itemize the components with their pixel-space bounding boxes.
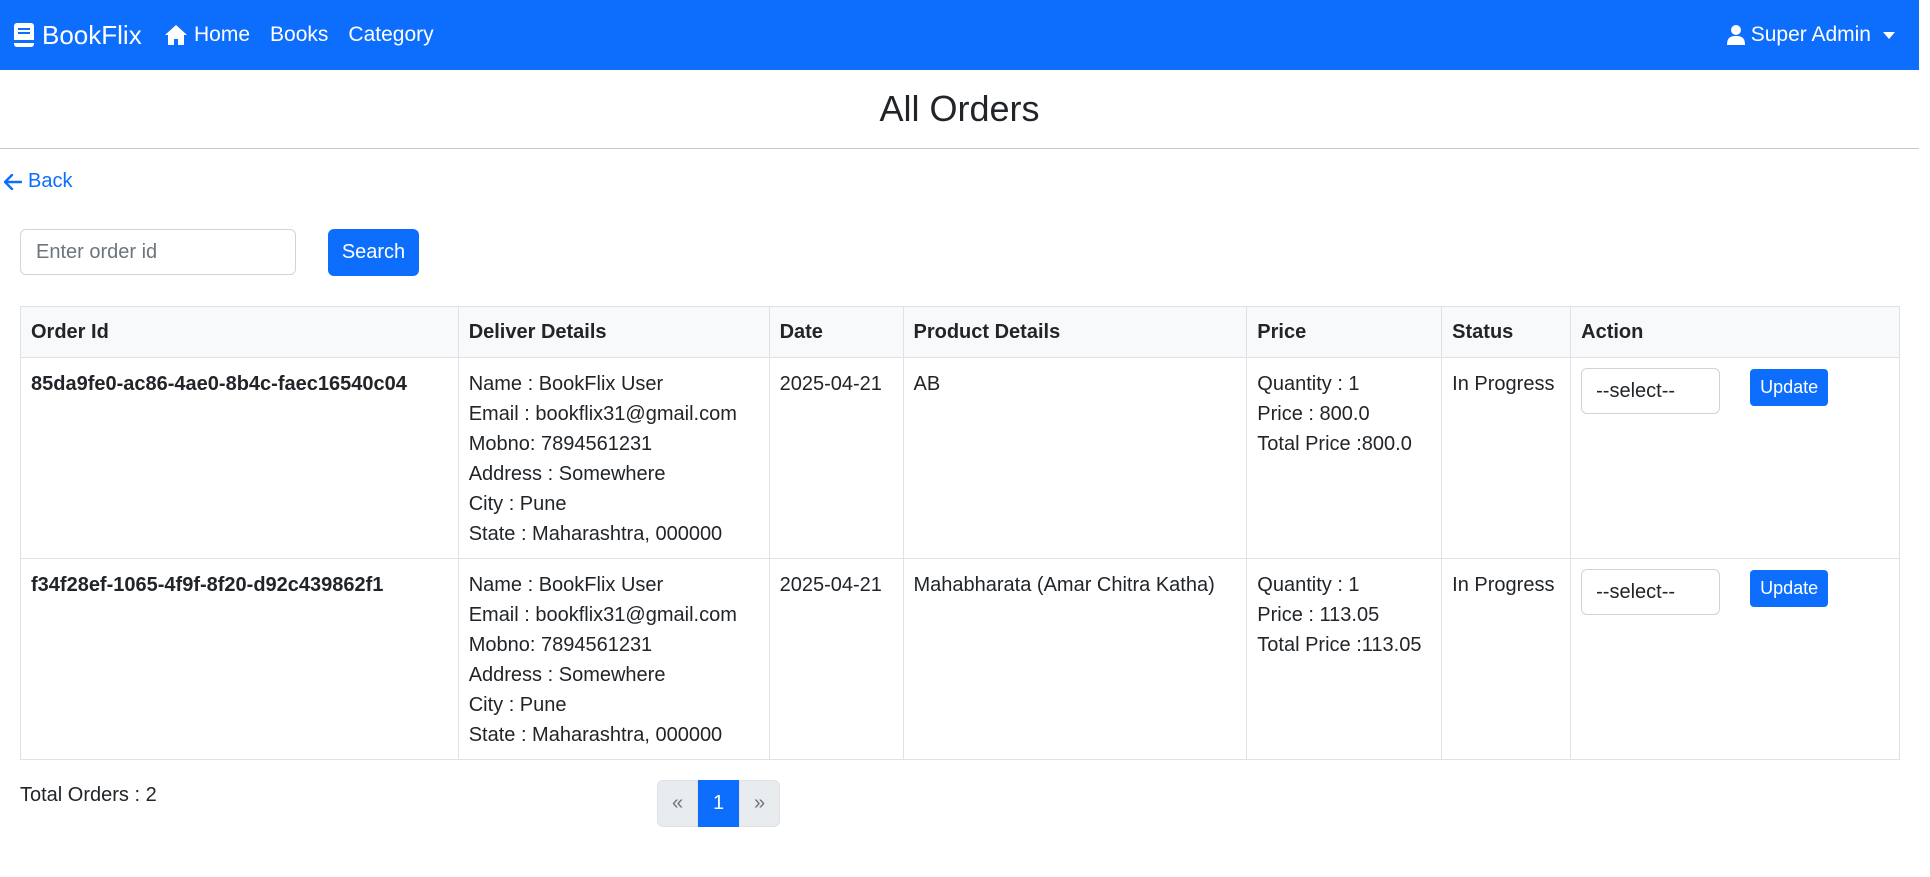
top-navbar: BookFlix Home Books Category Super Admin [0, 0, 1919, 70]
status-cell: In Progress [1441, 558, 1572, 760]
price-quantity: Quantity : 1 [1257, 574, 1360, 596]
status-select[interactable]: --select-- [1581, 368, 1721, 414]
price-total: Total Price :113.05 [1257, 634, 1422, 656]
date-cell: 2025-04-21 [768, 558, 904, 760]
nav-books[interactable]: Books [270, 23, 328, 47]
back-link[interactable]: Back [4, 170, 72, 193]
user-icon [1726, 25, 1745, 45]
status-select[interactable]: --select-- [1581, 569, 1721, 615]
deliver-state: State : Maharashtra, 000000 [468, 724, 723, 746]
header-product-details: Product Details [902, 306, 1248, 358]
price-unit: Price : 800.0 [1257, 403, 1370, 425]
nav-home-label: Home [194, 23, 251, 46]
book-icon [14, 23, 34, 47]
user-menu-dropdown[interactable]: Super Admin [1726, 0, 1895, 70]
pagination: « 1 » [657, 780, 780, 827]
order-id-search-input[interactable] [20, 229, 296, 275]
header-price: Price [1246, 306, 1443, 358]
price-cell: Quantity : 1 Price : 800.0 Total Price :… [1246, 357, 1443, 559]
deliver-city: City : Pune [468, 694, 567, 716]
pagination-page-1[interactable]: 1 [698, 780, 739, 827]
table-row: 85da9fe0-ac86-4ae0-8b4c-faec16540c04 Nam… [20, 357, 1900, 559]
header-status: Status [1441, 306, 1572, 358]
title-bar: All Orders [0, 70, 1919, 149]
deliver-city: City : Pune [468, 493, 567, 515]
price-cell: Quantity : 1 Price : 113.05 Total Price … [1246, 558, 1443, 760]
header-action: Action [1570, 306, 1900, 358]
deliver-address: Address : Somewhere [468, 664, 666, 686]
user-label: Super Admin [1750, 23, 1871, 46]
search-button[interactable]: Search [328, 229, 419, 276]
date-cell: 2025-04-21 [768, 357, 904, 559]
chevron-down-icon [1883, 31, 1895, 39]
table-row: f34f28ef-1065-4f9f-8f20-d92c439862f1 Nam… [20, 558, 1900, 760]
deliver-email: Email : bookflix31@gmail.com [468, 604, 737, 626]
deliver-mobno: Mobno: 7894561231 [468, 634, 653, 656]
update-button[interactable]: Update [1750, 369, 1829, 406]
brand-label: BookFlix [42, 19, 142, 50]
price-total: Total Price :800.0 [1257, 433, 1412, 455]
header-date: Date [768, 306, 904, 358]
deliver-email: Email : bookflix31@gmail.com [468, 403, 737, 425]
status-cell: In Progress [1441, 357, 1572, 559]
header-order-id: Order Id [20, 306, 459, 358]
nav-books-label: Books [270, 23, 329, 46]
product-details-cell: AB [902, 357, 1248, 559]
update-button[interactable]: Update [1750, 570, 1829, 607]
deliver-name: Name : BookFlix User [468, 373, 664, 395]
deliver-details-cell: Name : BookFlix User Email : bookflix31@… [457, 357, 770, 559]
page-title: All Orders [879, 88, 1040, 129]
home-icon [165, 25, 187, 45]
deliver-state: State : Maharashtra, 000000 [468, 523, 723, 545]
pagination-prev[interactable]: « [657, 780, 698, 827]
action-cell: --select-- Update [1570, 357, 1900, 559]
pagination-next[interactable]: » [739, 780, 780, 827]
deliver-mobno: Mobno: 7894561231 [468, 433, 653, 455]
order-id-cell: 85da9fe0-ac86-4ae0-8b4c-faec16540c04 [20, 357, 459, 559]
nav-category[interactable]: Category [348, 23, 433, 47]
total-orders: Total Orders : 2 [20, 784, 157, 806]
back-label: Back [28, 170, 73, 192]
table-header-row: Order Id Deliver Details Date Product De… [20, 306, 1900, 358]
product-details-cell: Mahabharata (Amar Chitra Katha) [902, 558, 1248, 760]
arrow-left-icon [4, 173, 22, 190]
nav-links: Home Books Category [164, 0, 454, 70]
orders-table: Order Id Deliver Details Date Product De… [20, 306, 1900, 760]
brand-link[interactable]: BookFlix [14, 0, 142, 70]
deliver-details-cell: Name : BookFlix User Email : bookflix31@… [457, 558, 770, 760]
price-quantity: Quantity : 1 [1257, 373, 1360, 395]
order-id-cell: f34f28ef-1065-4f9f-8f20-d92c439862f1 [20, 558, 459, 760]
price-unit: Price : 113.05 [1257, 604, 1380, 626]
deliver-name: Name : BookFlix User [468, 574, 664, 596]
deliver-address: Address : Somewhere [468, 463, 666, 485]
nav-home[interactable]: Home [164, 23, 250, 47]
action-cell: --select-- Update [1570, 558, 1900, 760]
nav-category-label: Category [348, 23, 434, 46]
header-deliver-details: Deliver Details [457, 306, 770, 358]
